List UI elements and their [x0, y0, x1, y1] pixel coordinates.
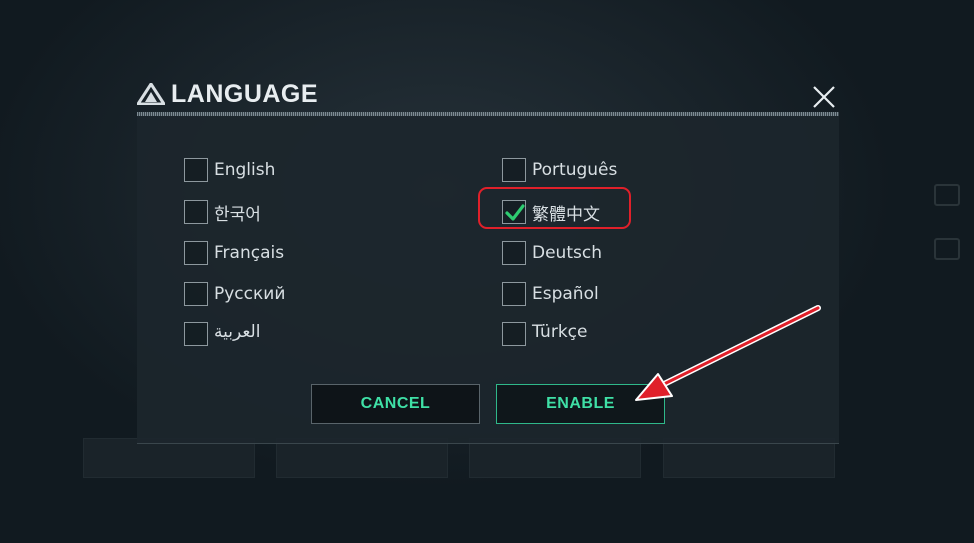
- warning-triangle-icon: [137, 83, 165, 105]
- language-label: Türkçe: [532, 322, 588, 342]
- language-option-spanish[interactable]: Español: [502, 280, 599, 308]
- annotation-highlight-box: [478, 187, 631, 229]
- language-label: Português: [532, 160, 618, 180]
- checkbox[interactable]: [184, 241, 208, 265]
- language-option-portuguese[interactable]: Português: [502, 156, 617, 184]
- language-label: Français: [214, 243, 285, 263]
- language-label: 한국어: [214, 204, 261, 225]
- language-option-arabic[interactable]: العربية: [184, 322, 260, 346]
- checkbox[interactable]: [184, 282, 208, 306]
- language-option-turkish[interactable]: Türkçe: [502, 322, 587, 346]
- checkbox[interactable]: [184, 200, 208, 224]
- checkbox[interactable]: [184, 158, 208, 182]
- background-side-icon: [934, 184, 960, 206]
- language-option-french[interactable]: Français: [184, 239, 284, 267]
- language-option-russian[interactable]: Русский: [184, 280, 285, 308]
- dialog-header: LANGUAGE: [137, 78, 839, 112]
- language-option-korean[interactable]: 한국어: [184, 198, 261, 226]
- background-strip: [83, 438, 255, 478]
- language-label: Русский: [214, 284, 286, 304]
- checkbox[interactable]: [184, 322, 208, 346]
- language-label: العربية: [214, 322, 261, 342]
- background-strip: [469, 438, 641, 478]
- annotation-arrow-icon: [635, 305, 821, 401]
- language-option-english[interactable]: English: [184, 156, 275, 184]
- close-icon[interactable]: [809, 82, 839, 112]
- background-strip: [663, 438, 835, 478]
- background-side-icon: [934, 238, 960, 260]
- cancel-button[interactable]: CANCEL: [311, 384, 480, 424]
- language-label: English: [214, 160, 276, 180]
- language-label: Deutsch: [532, 243, 602, 263]
- checkbox[interactable]: [502, 282, 526, 306]
- language-label: Español: [532, 284, 599, 304]
- language-option-german[interactable]: Deutsch: [502, 239, 602, 267]
- checkbox[interactable]: [502, 322, 526, 346]
- dialog-title: LANGUAGE: [171, 80, 319, 108]
- checkbox[interactable]: [502, 158, 526, 182]
- background-strip: [276, 438, 448, 478]
- checkbox[interactable]: [502, 241, 526, 265]
